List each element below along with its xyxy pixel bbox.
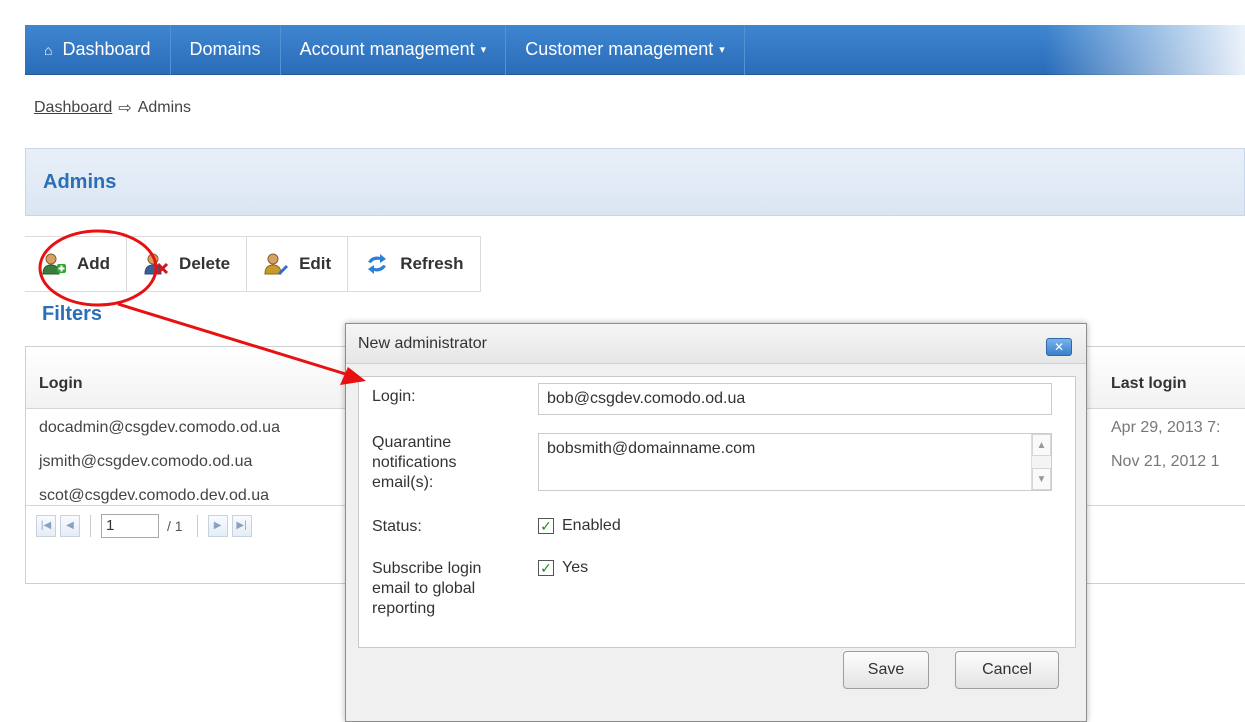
- dialog-title: New administrator: [358, 334, 487, 352]
- row-login: docadmin@csgdev.comodo.od.ua: [39, 419, 280, 436]
- checkbox-checked-icon[interactable]: ✓: [538, 560, 554, 576]
- delete-button-label: Delete: [179, 254, 231, 273]
- nav-customer-management[interactable]: Customer management ▾: [506, 24, 745, 75]
- row-last-login: Apr 29, 2013 7:: [1111, 419, 1221, 436]
- login-label: Login:: [372, 388, 416, 405]
- dialog-form: Login: Quarantine notifications email(s)…: [358, 376, 1076, 648]
- pager-divider: [196, 514, 198, 537]
- subscribe-value: Yes: [562, 559, 589, 576]
- row-login: scot@csgdev.comodo.dev.od.ua: [39, 487, 269, 504]
- login-input[interactable]: [538, 383, 1052, 415]
- quarantine-email-value: bobsmith@domainname.com: [547, 440, 756, 457]
- status-label: Status:: [372, 518, 422, 535]
- chevron-down-icon: ▾: [719, 44, 725, 56]
- quarantine-email-label: Quarantine notifications email(s):: [372, 434, 457, 491]
- nav-account-management-label: Account management: [299, 39, 475, 59]
- page-title: Admins: [43, 170, 117, 193]
- nav-dashboard[interactable]: ⌂ Dashboard: [25, 24, 171, 75]
- arrow-right-icon: ⇨: [118, 100, 132, 117]
- status-value: Enabled: [562, 517, 621, 534]
- nav-account-management[interactable]: Account management ▾: [281, 24, 507, 75]
- nav-domains-label: Domains: [189, 39, 261, 59]
- nav-domains[interactable]: Domains: [171, 24, 281, 75]
- next-page-icon[interactable]: ▶: [207, 514, 228, 537]
- status-checkbox[interactable]: ✓ Enabled: [538, 517, 621, 535]
- column-last-login[interactable]: Last login: [1111, 375, 1187, 393]
- pager-divider: [90, 514, 91, 537]
- quarantine-email-textarea[interactable]: bobsmith@domainname.com ▲ ▼: [538, 433, 1052, 491]
- scroll-down-icon[interactable]: ▼: [1032, 468, 1051, 490]
- textarea-scrollbar[interactable]: ▲ ▼: [1031, 434, 1051, 490]
- close-icon[interactable]: ✕: [1046, 338, 1072, 356]
- subscribe-checkbox[interactable]: ✓ Yes: [538, 559, 588, 577]
- nav-customer-management-label: Customer management: [525, 39, 714, 59]
- nav-dashboard-label: Dashboard: [62, 39, 151, 59]
- first-page-icon[interactable]: |◀: [36, 514, 56, 537]
- add-button-label: Add: [77, 254, 111, 273]
- scroll-up-icon[interactable]: ▲: [1032, 434, 1051, 456]
- main-nav: ⌂ Dashboard Domains Account management ▾…: [25, 24, 1245, 75]
- refresh-icon: [368, 254, 387, 274]
- page-number-input[interactable]: [101, 513, 159, 538]
- delete-button[interactable]: Delete: [127, 237, 248, 291]
- edit-button[interactable]: Edit: [247, 237, 349, 291]
- add-button[interactable]: Add: [25, 237, 128, 291]
- row-login: jsmith@csgdev.comodo.od.ua: [39, 453, 253, 470]
- column-login[interactable]: Login: [39, 375, 83, 393]
- prev-page-icon[interactable]: ◀: [60, 514, 80, 537]
- breadcrumb-dashboard-link[interactable]: Dashboard: [34, 99, 112, 117]
- breadcrumb: Dashboard ⇨ Admins: [34, 98, 191, 118]
- dialog-footer: Save Cancel: [358, 648, 1076, 722]
- add-user-icon: [42, 253, 66, 275]
- refresh-button-label: Refresh: [400, 254, 464, 273]
- nav-spacer: [744, 24, 1245, 75]
- home-icon: ⌂: [44, 41, 53, 58]
- edit-user-icon: [264, 253, 289, 275]
- save-button[interactable]: Save: [843, 651, 929, 689]
- chevron-down-icon: ▾: [480, 44, 487, 56]
- checkbox-checked-icon[interactable]: ✓: [538, 518, 554, 534]
- cancel-button[interactable]: Cancel: [955, 651, 1059, 689]
- page-total: / 1: [167, 517, 183, 534]
- refresh-button[interactable]: Refresh: [348, 237, 481, 291]
- page-header: Admins: [25, 148, 1245, 216]
- row-last-login: Nov 21, 2012 1: [1111, 453, 1220, 470]
- new-administrator-dialog: New administrator ✕ Login: Quarantine no…: [345, 323, 1087, 722]
- filters-heading[interactable]: Filters: [42, 303, 102, 326]
- last-page-icon[interactable]: ▶|: [231, 514, 252, 537]
- dialog-titlebar[interactable]: New administrator ✕: [346, 324, 1086, 364]
- edit-button-label: Edit: [299, 254, 332, 273]
- admins-page: ⌂ Dashboard Domains Account management ▾…: [0, 0, 1245, 722]
- breadcrumb-current: Admins: [137, 99, 192, 116]
- subscribe-label: Subscribe login email to global reportin…: [372, 560, 482, 617]
- admins-toolbar: Add Delete Edit Refresh: [25, 236, 481, 292]
- delete-user-icon: [144, 253, 169, 275]
